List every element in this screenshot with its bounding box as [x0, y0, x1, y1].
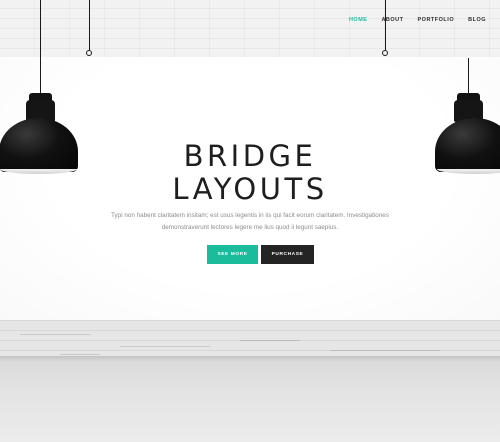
nav-item-portfolio[interactable]: PORTFOLIO: [418, 17, 455, 23]
wire-right-inner: [385, 0, 386, 50]
wire-left-outer: [40, 0, 41, 94]
hero-description-line-1: Typi non habent claritatem insitam; est …: [111, 212, 389, 219]
hero-title-line-1: BRIDGE: [183, 139, 317, 173]
wire-right-outer: [468, 58, 469, 94]
hero-description: Typi non habent claritatem insitam; est …: [100, 210, 400, 234]
nav-item-blog[interactable]: BLOG: [468, 17, 486, 23]
see-more-button[interactable]: SEE MORE: [207, 245, 258, 264]
hook-left: [86, 50, 92, 56]
hero-description-line-2: demonstraverunt lectores legere me lius …: [161, 224, 339, 231]
floor: [0, 356, 500, 442]
nav-item-about[interactable]: ABOUT: [381, 17, 403, 23]
wire-left-inner: [89, 0, 90, 50]
nav-item-home[interactable]: HOME: [349, 17, 368, 23]
brick-wall-top: [0, 0, 500, 58]
hero-title: BRIDGE LAYOUTS: [0, 140, 500, 206]
purchase-button[interactable]: PURCHASE: [261, 245, 314, 264]
hero-title-line-2: LAYOUTS: [172, 172, 328, 206]
main-navigation: HOME ABOUT PORTFOLIO BLOG: [349, 17, 486, 23]
brick-wall-bottom: [0, 320, 500, 360]
hook-right: [382, 50, 388, 56]
